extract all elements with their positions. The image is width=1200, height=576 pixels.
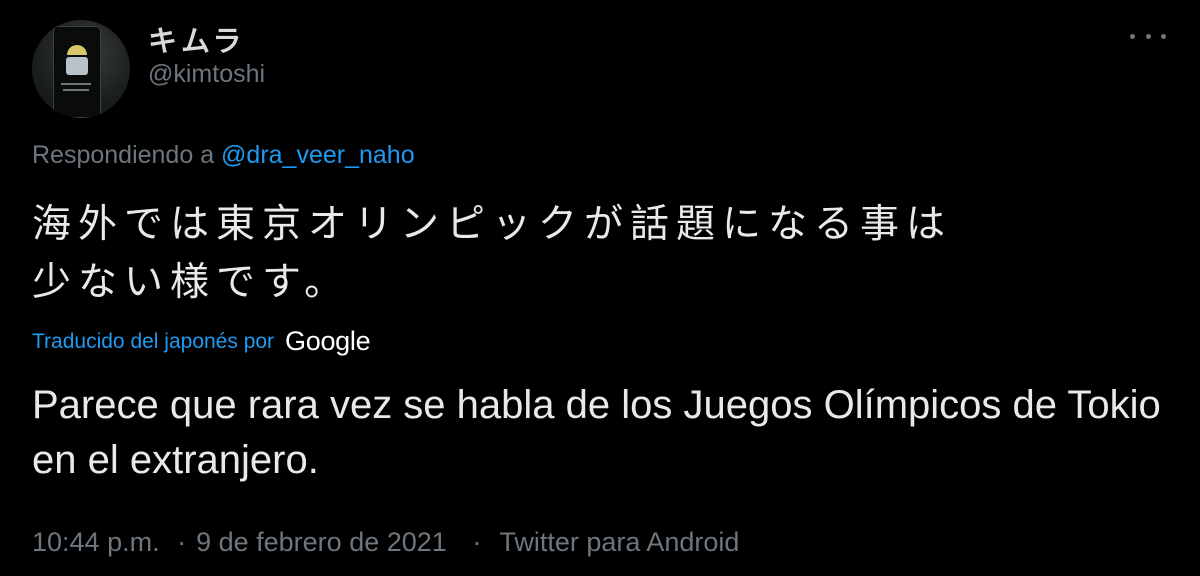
google-logo: Google [285, 326, 371, 356]
more-horizontal-icon[interactable] [1130, 32, 1166, 40]
meta-separator: · [472, 527, 482, 557]
tweet-time[interactable]: 10:44 p.m. [32, 527, 160, 557]
more-dot [1161, 33, 1166, 39]
tweet-card: キムラ @kimtoshi Respondiendo a @dra_veer_n… [0, 0, 1200, 576]
translation-attribution[interactable]: Traducido del japonés por Google [32, 326, 371, 357]
replying-to-label: Respondiendo a [32, 141, 215, 169]
avatar-detail-line [63, 89, 89, 91]
more-dot [1130, 33, 1135, 39]
android-robot-body [66, 57, 88, 75]
original-text-line: 少ない様です。 [32, 260, 351, 305]
reply-mention-link[interactable]: @dra_veer_naho [221, 141, 415, 169]
avatar-phone-image [53, 26, 101, 118]
avatar[interactable] [32, 20, 130, 118]
replying-to: Respondiendo a @dra_veer_naho [32, 141, 415, 170]
tweet-source[interactable]: Twitter para Android [499, 527, 739, 557]
display-name[interactable]: キムラ [148, 18, 246, 60]
user-handle[interactable]: @kimtoshi [148, 60, 265, 89]
android-robot-icon [67, 45, 87, 55]
more-dot [1145, 33, 1151, 39]
translated-by-label: Traducido del japonés por [32, 329, 275, 353]
tweet-original-text: 海外では東京オリンピックが話題になる事は 少ない様です。 [32, 196, 1172, 312]
tweet-translation-text: Parece que rara vez se habla de los Jueg… [32, 383, 1161, 482]
tweet-date[interactable]: 9 de febrero de 2021 [196, 527, 447, 557]
tweet-metadata: 10:44 p.m. · 9 de febrero de 2021 · Twitte… [32, 527, 739, 558]
original-text-line: 海外では東京オリンピックが話題になる事は [32, 202, 953, 247]
meta-separator: · [177, 527, 187, 557]
avatar-detail-line [61, 83, 91, 85]
